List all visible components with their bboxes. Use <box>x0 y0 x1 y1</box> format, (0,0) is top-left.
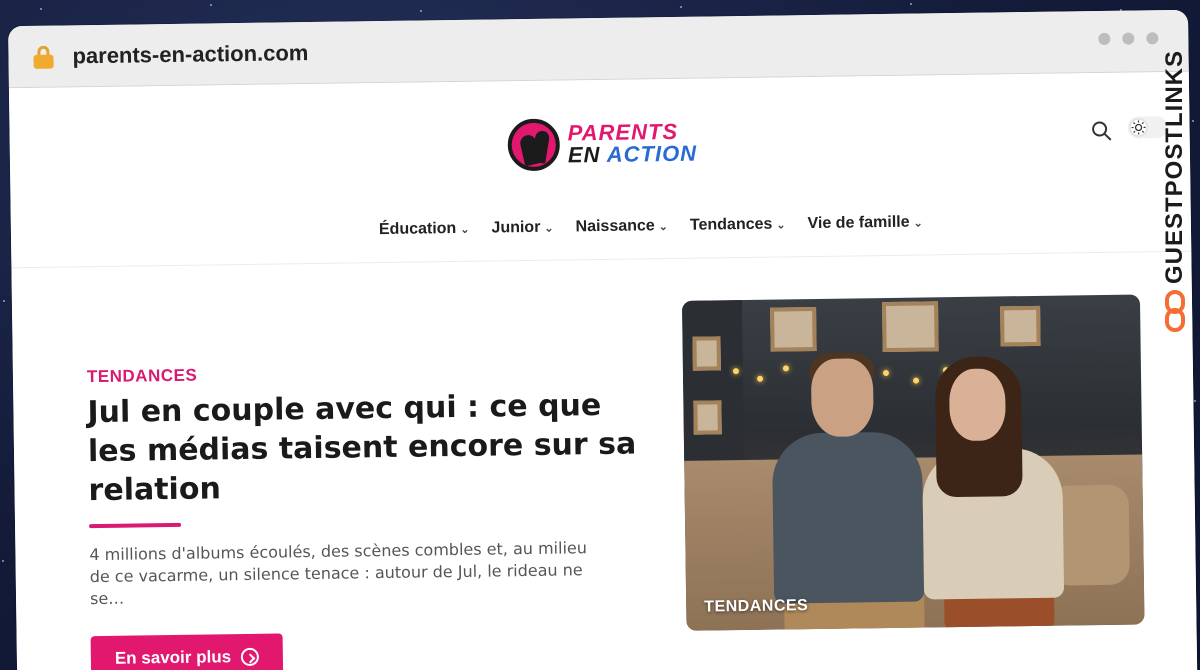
article-image[interactable]: TENDANCES <box>681 294 1145 631</box>
lock-icon <box>32 45 54 69</box>
nav-item-education[interactable]: Éducation ⌄ <box>379 220 470 239</box>
nav-item-tendances[interactable]: Tendances ⌄ <box>690 215 786 234</box>
nav-item-label: Tendances <box>689 215 773 234</box>
search-icon[interactable] <box>1091 121 1112 141</box>
logo-mark-icon <box>507 118 561 172</box>
logo-text-action: ACTION <box>606 140 698 167</box>
logo-text-en: EN <box>567 141 601 168</box>
read-more-label: En savoir plus <box>114 647 232 668</box>
chevron-down-icon: ⌄ <box>460 223 470 236</box>
sun-icon <box>1131 120 1146 135</box>
page-content: PARENTS EN ACTION Éducation ⌄ Junior ⌄ N… <box>8 71 1198 670</box>
chevron-down-icon: ⌄ <box>658 220 669 233</box>
chevron-down-icon: ⌄ <box>776 218 786 232</box>
browser-window: parents-en-action.com PARENTS EN ACTION <box>8 9 1198 670</box>
nav-item-label: Éducation <box>378 220 457 239</box>
chevron-down-icon: ⌄ <box>544 222 554 235</box>
window-dot-icon[interactable] <box>1122 32 1135 45</box>
read-more-button[interactable]: En savoir plus <box>90 633 284 670</box>
title-underline <box>89 522 182 529</box>
link-chain-icon <box>1163 290 1187 334</box>
window-controls <box>1098 32 1159 46</box>
article-title[interactable]: Jul en couple avec qui : ce que les médi… <box>87 385 649 510</box>
badge-text: GUESTPOSTLINKS <box>1161 50 1188 285</box>
window-dot-icon[interactable] <box>1098 32 1111 46</box>
chevron-down-icon: ⌄ <box>913 216 923 230</box>
nav-item-vie-de-famille[interactable]: Vie de famille ⌄ <box>807 213 922 233</box>
url-text[interactable]: parents-en-action.com <box>72 40 308 69</box>
nav-item-label: Junior <box>491 218 541 237</box>
nav-item-junior[interactable]: Junior ⌄ <box>491 219 553 238</box>
main-nav: Éducation ⌄ Junior ⌄ Naissance ⌄ Tendanc… <box>379 213 923 239</box>
window-dot-icon[interactable] <box>1146 32 1159 45</box>
guestpostlinks-badge: GUESTPOSTLINKS <box>1150 50 1200 360</box>
arrow-circle-icon <box>240 647 260 667</box>
article-excerpt: 4 millions d'albums écoulés, des scènes … <box>89 538 588 609</box>
nav-item-naissance[interactable]: Naissance ⌄ <box>575 217 668 236</box>
site-header: PARENTS EN ACTION Éducation ⌄ Junior ⌄ N… <box>8 71 1192 269</box>
image-category-tag[interactable]: TENDANCES <box>704 597 808 616</box>
nav-item-label: Vie de famille <box>807 213 910 233</box>
site-logo[interactable]: PARENTS EN ACTION <box>507 117 697 172</box>
hero-article: TENDANCES Jul en couple avec qui : ce qu… <box>87 359 651 670</box>
nav-item-label: Naissance <box>575 217 655 236</box>
article-category[interactable]: TENDANCES <box>87 359 647 387</box>
